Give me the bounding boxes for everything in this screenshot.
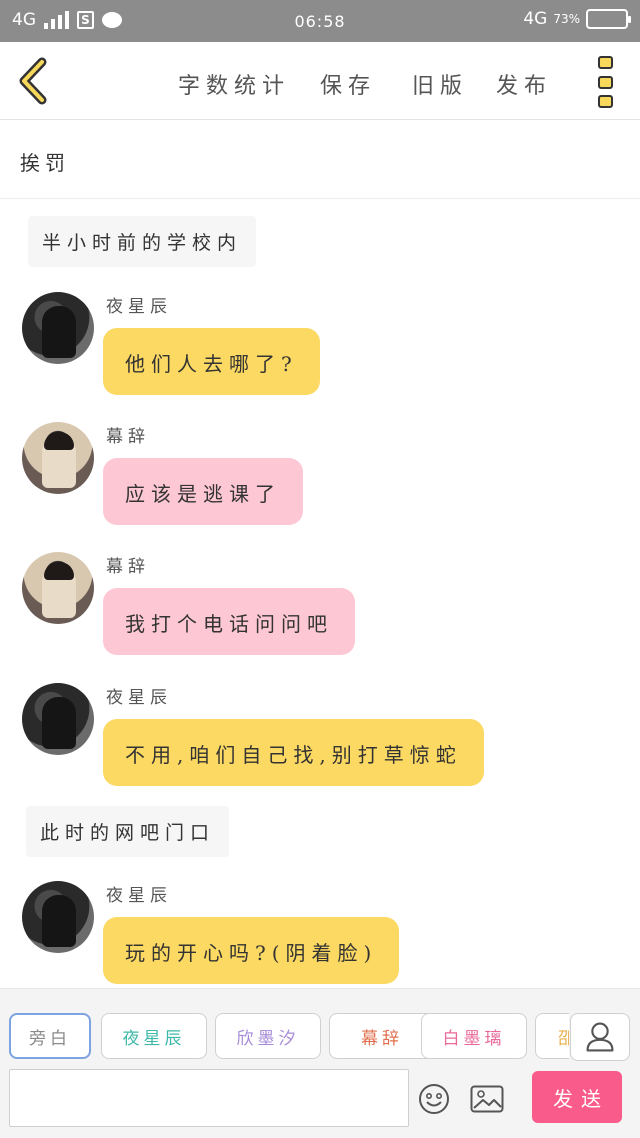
status-bar: 4G S 06:58 4G 73% bbox=[0, 0, 640, 42]
person-icon bbox=[586, 1022, 614, 1052]
role-manager-button[interactable] bbox=[570, 1013, 630, 1061]
role-chip[interactable]: 欣墨汐 bbox=[215, 1013, 321, 1059]
avatar bbox=[22, 552, 94, 624]
narration-block[interactable]: 半小时前的学校内 bbox=[28, 216, 257, 267]
speaker-name: 夜星辰 bbox=[106, 688, 172, 708]
chapter-title: 挨罚 bbox=[20, 151, 70, 175]
role-chip[interactable]: 白墨璃 bbox=[421, 1013, 527, 1059]
narration-block[interactable]: 此时的网吧门口 bbox=[26, 806, 230, 857]
composer-panel: 旁白 夜星辰 欣墨汐 幕辞 白墨璃 邵 发送 bbox=[0, 988, 640, 1138]
speaker-name: 幕辞 bbox=[106, 427, 150, 447]
role-selector: 旁白 夜星辰 欣墨汐 幕辞 白墨璃 邵 bbox=[9, 1013, 569, 1061]
more-menu-icon[interactable] bbox=[598, 56, 614, 108]
save-button[interactable]: 保存 bbox=[320, 68, 376, 100]
speaker-name: 夜星辰 bbox=[106, 297, 172, 317]
emoji-icon[interactable] bbox=[418, 1083, 450, 1115]
editor-toolbar: 字数统计 保存 旧版 发布 bbox=[0, 42, 640, 120]
send-button[interactable]: 发送 bbox=[532, 1071, 622, 1123]
avatar bbox=[22, 881, 94, 953]
publish-button[interactable]: 发布 bbox=[496, 68, 552, 100]
role-chip[interactable]: 邵 bbox=[535, 1013, 569, 1059]
avatar bbox=[22, 292, 94, 364]
word-count-button[interactable]: 字数统计 bbox=[178, 68, 290, 100]
network-type-label-right: 4G bbox=[523, 9, 548, 29]
image-icon[interactable] bbox=[470, 1085, 504, 1113]
speaker-name: 幕辞 bbox=[106, 557, 150, 577]
role-chip[interactable]: 夜星辰 bbox=[101, 1013, 207, 1059]
role-chip[interactable]: 幕辞 bbox=[329, 1013, 435, 1059]
back-arrow-icon[interactable] bbox=[14, 56, 54, 106]
message-input[interactable] bbox=[9, 1069, 409, 1127]
chat-bubble: 我打个电话问问吧 bbox=[103, 588, 355, 655]
role-chip-narrator[interactable]: 旁白 bbox=[9, 1013, 91, 1059]
chat-bubble: 玩的开心吗?(阴着脸) bbox=[103, 917, 400, 984]
avatar bbox=[22, 422, 94, 494]
battery-icon bbox=[586, 9, 631, 29]
old-version-button[interactable]: 旧版 bbox=[412, 68, 468, 100]
avatar bbox=[22, 683, 94, 755]
chat-bubble: 不用,咱们自己找,别打草惊蛇 bbox=[103, 719, 484, 786]
speaker-name: 夜星辰 bbox=[106, 886, 172, 906]
chat-bubble: 应该是逃课了 bbox=[103, 458, 303, 525]
battery-percent: 73% bbox=[553, 12, 580, 26]
chapter-title-row[interactable]: 挨罚 bbox=[0, 121, 640, 199]
chat-bubble: 他们人去哪了? bbox=[103, 328, 320, 395]
